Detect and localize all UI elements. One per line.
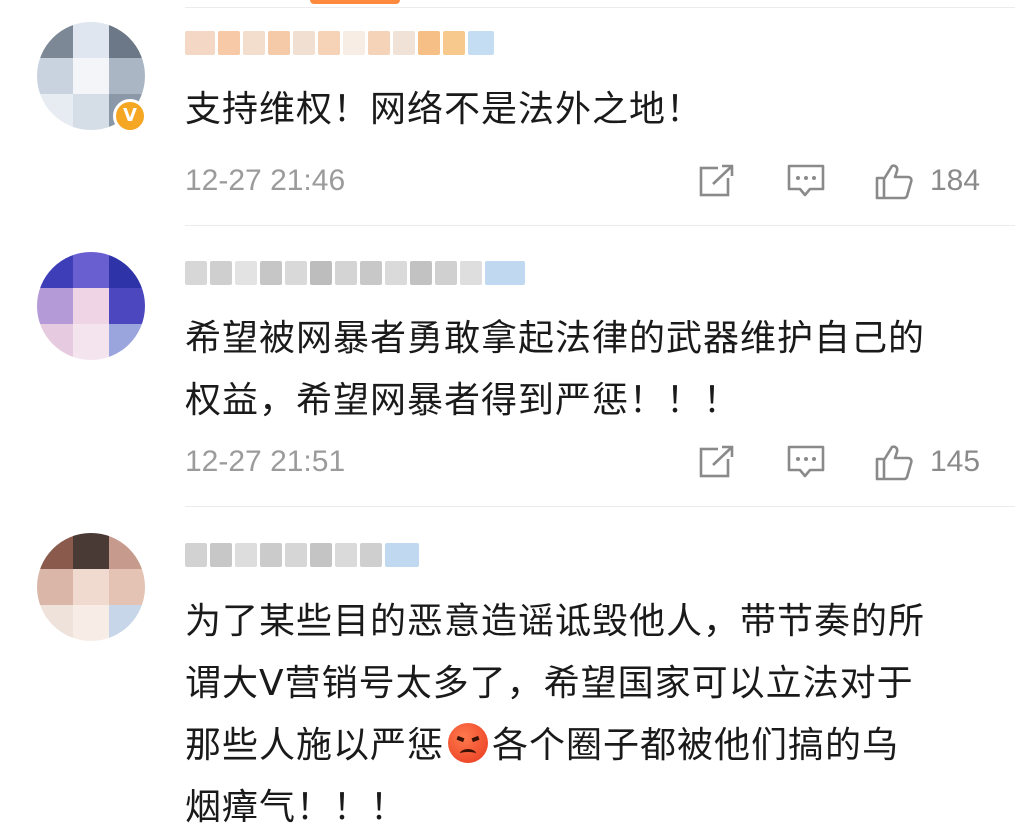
thumbs-up-icon[interactable] xyxy=(874,444,914,482)
comment-text-line: 为了某些目的恶意造谣诋毁他人，带节奏的所 xyxy=(185,601,926,642)
comment-text-line: 权益，希望网暴者得到严惩！！！ xyxy=(185,380,741,421)
comment-meta: 12-27 21:46 184 xyxy=(185,159,985,203)
username-blurred[interactable] xyxy=(185,540,419,570)
comment-text: 为了某些目的恶意造谣诋毁他人，带节奏的所 谓大V营销号太多了，希望国家可以立法对… xyxy=(185,591,985,839)
comment-text: 希望被网暴者勇敢拿起法律的武器维护自己的 权益，希望网暴者得到严惩！！！ xyxy=(185,308,985,432)
comment-meta: 12-27 21:51 145 xyxy=(185,440,985,484)
username-blurred[interactable] xyxy=(185,28,494,58)
comment-text-line: 那些人施以严惩 各个圈子都被他们搞的乌 xyxy=(185,715,985,777)
comment-time: 12-27 21:46 xyxy=(185,164,346,197)
comment-divider xyxy=(185,225,1015,226)
comment-text-segment: 那些人施以严惩 xyxy=(185,725,445,766)
avatar[interactable] xyxy=(37,252,145,360)
angry-face-emoji-icon xyxy=(448,723,489,763)
comment-text-line: 希望被网暴者勇敢拿起法律的武器维护自己的 xyxy=(185,318,926,359)
username-blurred[interactable] xyxy=(185,258,525,288)
comment-icon[interactable] xyxy=(786,444,826,480)
verified-badge-icon: V xyxy=(113,99,147,133)
share-icon[interactable] xyxy=(698,163,736,199)
avatar[interactable] xyxy=(37,533,145,641)
comment-text: 支持维权！网络不是法外之地！ xyxy=(185,89,704,130)
top-divider xyxy=(185,7,1015,8)
comment-text-line: 谓大V营销号太多了，希望国家可以立法对于 xyxy=(185,663,914,704)
share-icon[interactable] xyxy=(698,444,736,480)
top-accent-bar xyxy=(310,0,400,4)
thumbs-up-icon[interactable] xyxy=(874,163,914,201)
comment-time: 12-27 21:51 xyxy=(185,445,346,478)
comment-divider xyxy=(185,506,1015,507)
comment-text-segment: 各个圈子都被他们搞的乌 xyxy=(492,725,900,766)
comment-icon[interactable] xyxy=(786,163,826,199)
like-count: 184 xyxy=(930,164,981,197)
like-count: 145 xyxy=(930,445,981,478)
comment-text-line: 烟瘴气！！！ xyxy=(185,787,408,828)
